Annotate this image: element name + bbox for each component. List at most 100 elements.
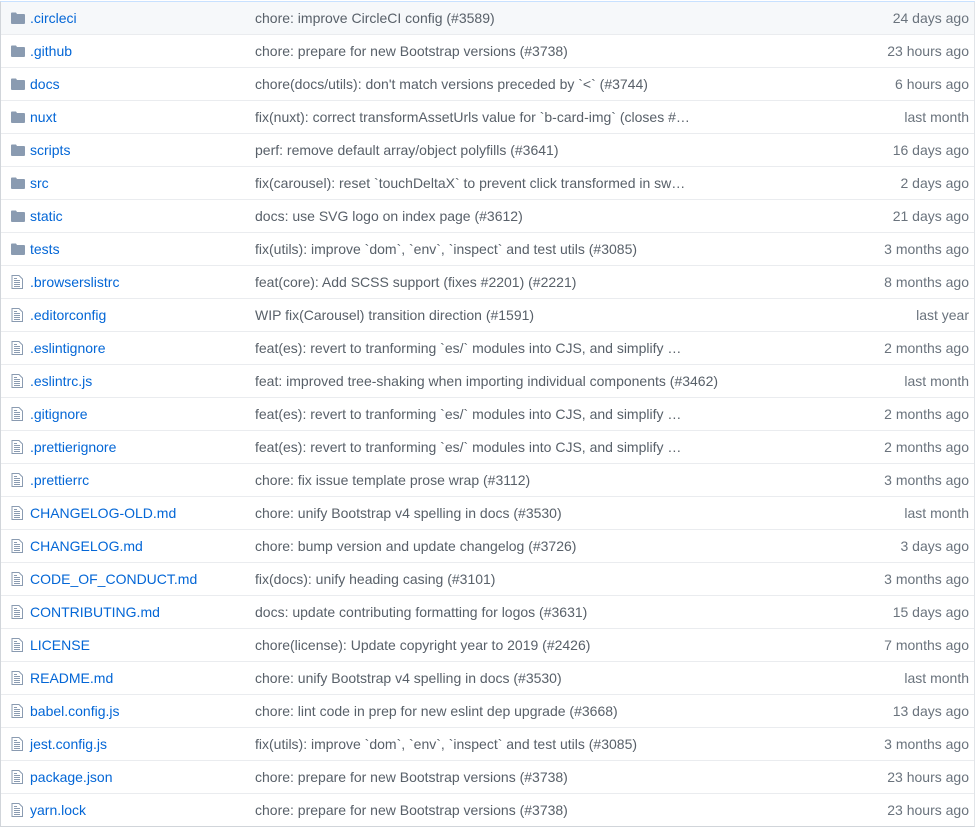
commit-age: last month [904, 670, 969, 686]
commit-age: 2 months ago [884, 406, 969, 422]
commit-message-link[interactable]: WIP fix(Carousel) transition direction (… [255, 307, 534, 323]
file-icon [11, 374, 25, 388]
commit-message-link[interactable]: chore: prepare for new Bootstrap version… [255, 769, 568, 785]
file-name-link[interactable]: CONTRIBUTING.md [30, 604, 160, 620]
commit-age: last month [904, 109, 969, 125]
folder-icon [11, 44, 25, 58]
file-icon [11, 506, 25, 520]
file-row: .editorconfig WIP fix(Carousel) transiti… [1, 299, 974, 332]
commit-age: 16 days ago [892, 142, 969, 158]
commit-age: 21 days ago [892, 208, 969, 224]
file-name-link[interactable]: .prettierignore [30, 439, 116, 455]
commit-age: 13 days ago [892, 703, 969, 719]
file-name-link[interactable]: scripts [30, 142, 70, 158]
commit-message-link[interactable]: docs: use SVG logo on index page (#3612) [255, 208, 523, 224]
commit-message-link[interactable]: perf: remove default array/object polyfi… [255, 142, 558, 158]
commit-age: 3 months ago [884, 241, 969, 257]
file-row: static docs: use SVG logo on index page … [1, 200, 974, 233]
file-row: scripts perf: remove default array/objec… [1, 134, 974, 167]
file-row: .github chore: prepare for new Bootstrap… [1, 35, 974, 68]
commit-message-link[interactable]: feat: improved tree-shaking when importi… [255, 373, 718, 389]
file-name-link[interactable]: .eslintrc.js [30, 373, 92, 389]
file-name-link[interactable]: .github [30, 43, 72, 59]
file-row: CHANGELOG.md chore: bump version and upd… [1, 530, 974, 563]
file-name-link[interactable]: static [30, 208, 63, 224]
file-row: .eslintrc.js feat: improved tree-shaking… [1, 365, 974, 398]
file-name-link[interactable]: nuxt [30, 109, 56, 125]
file-row: .prettierrc chore: fix issue template pr… [1, 464, 974, 497]
commit-message-link[interactable]: fix(utils): improve `dom`, `env`, `inspe… [255, 241, 637, 257]
file-row: src fix(carousel): reset `touchDeltaX` t… [1, 167, 974, 200]
commit-message-link[interactable]: chore: unify Bootstrap v4 spelling in do… [255, 505, 562, 521]
folder-icon [11, 143, 25, 157]
file-name-link[interactable]: CHANGELOG.md [30, 538, 143, 554]
file-name-link[interactable]: LICENSE [30, 637, 90, 653]
file-name-link[interactable]: src [30, 175, 49, 191]
file-name-link[interactable]: .editorconfig [30, 307, 106, 323]
file-icon [11, 605, 25, 619]
file-name-link[interactable]: .circleci [30, 10, 77, 26]
file-name-link[interactable]: .eslintignore [30, 340, 106, 356]
commit-message-link[interactable]: feat(es): revert to tranforming `es/` mo… [255, 340, 681, 356]
commit-age: 3 months ago [884, 472, 969, 488]
commit-age: 8 months ago [884, 274, 969, 290]
file-row: .browserslistrc feat(core): Add SCSS sup… [1, 266, 974, 299]
file-name-link[interactable]: README.md [30, 670, 113, 686]
commit-age: 7 months ago [884, 637, 969, 653]
file-name-link[interactable]: package.json [30, 769, 113, 785]
commit-message-link[interactable]: chore(license): Update copyright year to… [255, 637, 590, 653]
file-row: .prettierignore feat(es): revert to tran… [1, 431, 974, 464]
commit-message-link[interactable]: chore: prepare for new Bootstrap version… [255, 802, 568, 818]
commit-message-link[interactable]: chore: unify Bootstrap v4 spelling in do… [255, 670, 562, 686]
commit-age: last month [904, 505, 969, 521]
commit-age: 23 hours ago [887, 43, 969, 59]
file-name-link[interactable]: CHANGELOG-OLD.md [30, 505, 176, 521]
file-row: .gitignore feat(es): revert to tranformi… [1, 398, 974, 431]
file-icon [11, 407, 25, 421]
file-row: package.json chore: prepare for new Boot… [1, 761, 974, 794]
file-icon [11, 737, 25, 751]
commit-message-link[interactable]: fix(utils): improve `dom`, `env`, `inspe… [255, 736, 637, 752]
file-icon [11, 770, 25, 784]
file-name-link[interactable]: docs [30, 76, 60, 92]
file-icon [11, 473, 25, 487]
file-name-link[interactable]: CODE_OF_CONDUCT.md [30, 571, 197, 587]
folder-icon [11, 176, 25, 190]
file-row: LICENSE chore(license): Update copyright… [1, 629, 974, 662]
commit-message-link[interactable]: chore(docs/utils): don't match versions … [255, 76, 648, 92]
file-name-link[interactable]: .gitignore [30, 406, 88, 422]
commit-message-link[interactable]: chore: fix issue template prose wrap (#3… [255, 472, 530, 488]
commit-age: last month [904, 373, 969, 389]
folder-icon [11, 242, 25, 256]
file-name-link[interactable]: .browserslistrc [30, 274, 119, 290]
file-icon [11, 341, 25, 355]
commit-message-link[interactable]: fix(carousel): reset `touchDeltaX` to pr… [255, 175, 685, 191]
file-row: CODE_OF_CONDUCT.md fix(docs): unify head… [1, 563, 974, 596]
commit-message-link[interactable]: chore: bump version and update changelog… [255, 538, 576, 554]
folder-icon [11, 11, 25, 25]
commit-message-link[interactable]: feat(es): revert to tranforming `es/` mo… [255, 439, 681, 455]
commit-message-link[interactable]: chore: prepare for new Bootstrap version… [255, 43, 568, 59]
commit-message-link[interactable]: chore: lint code in prep for new eslint … [255, 703, 618, 719]
commit-message-link[interactable]: fix(docs): unify heading casing (#3101) [255, 571, 495, 587]
commit-age: 24 days ago [892, 10, 969, 26]
file-row: README.md chore: unify Bootstrap v4 spel… [1, 662, 974, 695]
commit-message-link[interactable]: docs: update contributing formatting for… [255, 604, 587, 620]
commit-message-link[interactable]: feat(es): revert to tranforming `es/` mo… [255, 406, 681, 422]
file-name-link[interactable]: babel.config.js [30, 703, 120, 719]
file-row: CONTRIBUTING.md docs: update contributin… [1, 596, 974, 629]
commit-message-link[interactable]: chore: improve CircleCI config (#3589) [255, 10, 495, 26]
file-icon [11, 440, 25, 454]
file-name-link[interactable]: jest.config.js [30, 736, 107, 752]
file-list: .circleci chore: improve CircleCI config… [0, 1, 975, 827]
file-name-link[interactable]: tests [30, 241, 60, 257]
commit-message-link[interactable]: feat(core): Add SCSS support (fixes #220… [255, 274, 576, 290]
folder-icon [11, 110, 25, 124]
file-name-link[interactable]: .prettierrc [30, 472, 89, 488]
file-row: jest.config.js fix(utils): improve `dom`… [1, 728, 974, 761]
commit-message-link[interactable]: fix(nuxt): correct transformAssetUrls va… [255, 109, 690, 125]
file-row: .circleci chore: improve CircleCI config… [1, 2, 974, 35]
file-name-link[interactable]: yarn.lock [30, 802, 86, 818]
file-icon [11, 572, 25, 586]
commit-age: 2 days ago [900, 175, 970, 191]
